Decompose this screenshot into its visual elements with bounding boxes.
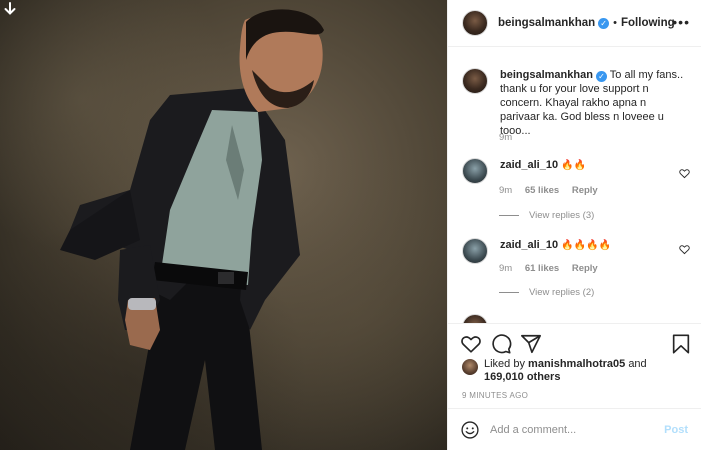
comments-list[interactable]: beingsalmankhan ✓ To all my fans.. thank … xyxy=(448,48,701,323)
caption-meta: 9m xyxy=(499,132,522,143)
post-actions: Liked by manishmalhotra05 and 169,010 ot… xyxy=(448,323,701,403)
replies-divider xyxy=(499,292,519,293)
comment-item: zaid_ali_10 🔥🔥🔥🔥 xyxy=(462,238,688,264)
liked-by-text: Liked by manishmalhotra05 and 169,010 ot… xyxy=(484,358,647,384)
commenter-avatar[interactable] xyxy=(462,314,488,323)
comment-text-block: zaid_ali_10 🔥🔥🔥🔥 xyxy=(500,238,685,264)
view-replies-button[interactable]: View replies (2) xyxy=(499,287,594,298)
post-photo[interactable] xyxy=(0,0,447,450)
commenter-avatar[interactable] xyxy=(462,238,488,264)
comment-text: 🔥🔥 xyxy=(561,160,587,171)
comment-likes[interactable]: 65 likes xyxy=(525,185,559,196)
liker-avatar[interactable] xyxy=(462,359,478,375)
caption-avatar[interactable] xyxy=(462,68,488,94)
comment-username[interactable]: zaid_ali_10 xyxy=(500,239,558,251)
caption-text-block: beingsalmankhan ✓ To all my fans.. thank … xyxy=(500,68,685,138)
view-replies-label: View replies (3) xyxy=(529,210,595,221)
caption-time[interactable]: 9m xyxy=(499,132,512,143)
comment-likes[interactable]: 61 likes xyxy=(525,263,559,274)
likes-count[interactable]: 169,010 others xyxy=(484,371,560,383)
view-replies-button[interactable]: View replies (3) xyxy=(499,210,594,221)
download-arrow-icon[interactable] xyxy=(3,2,17,16)
comment-meta: 9m 61 likes Reply xyxy=(499,263,608,274)
emoji-smile-icon[interactable] xyxy=(460,420,480,440)
view-replies-label: View replies (2) xyxy=(529,287,595,298)
comment-username[interactable]: zaid_ali_10 xyxy=(500,159,558,171)
header-separator: • xyxy=(613,17,617,29)
verified-badge-icon: ✓ xyxy=(595,71,607,82)
post-comment-button[interactable]: Post xyxy=(664,424,688,436)
post-header: beingsalmankhan ✓ • Following ••• xyxy=(448,0,701,47)
add-comment-bar: Add a comment... Post xyxy=(448,408,701,450)
comment-reply-button[interactable]: Reply xyxy=(572,263,598,274)
following-button[interactable]: Following xyxy=(621,17,675,29)
photo-subject xyxy=(60,9,324,450)
liked-by-user[interactable]: manishmalhotra05 xyxy=(528,358,625,370)
liked-by: Liked by manishmalhotra05 and 169,010 ot… xyxy=(462,358,647,384)
caption: beingsalmankhan ✓ To all my fans.. thank … xyxy=(462,68,688,138)
verified-badge-icon: ✓ xyxy=(598,17,610,29)
share-icon[interactable] xyxy=(520,333,542,355)
more-horizontal-icon[interactable]: ••• xyxy=(672,14,690,30)
author-username[interactable]: beingsalmankhan xyxy=(498,17,595,29)
post-side-panel: beingsalmankhan ✓ • Following ••• beings… xyxy=(447,0,701,450)
author-avatar[interactable] xyxy=(462,10,488,36)
post-timestamp[interactable]: 9 MINUTES AGO xyxy=(462,391,528,400)
liked-by-prefix: Liked by xyxy=(484,358,525,370)
comment-meta: 9m 65 likes Reply xyxy=(499,185,608,196)
comment-text-block: zaid_ali_10 🔥🔥 xyxy=(500,158,685,184)
commenter-avatar[interactable] xyxy=(462,158,488,184)
comment-time[interactable]: 9m xyxy=(499,263,512,274)
heart-icon[interactable] xyxy=(460,333,482,355)
bookmark-icon[interactable] xyxy=(670,333,692,355)
comment-time[interactable]: 9m xyxy=(499,185,512,196)
caption-username[interactable]: beingsalmankhan xyxy=(500,69,593,81)
comment-icon[interactable] xyxy=(490,333,512,355)
comment-reply-button[interactable]: Reply xyxy=(572,185,598,196)
replies-divider xyxy=(499,215,519,216)
add-comment-input[interactable]: Add a comment... xyxy=(490,424,664,436)
comment-text: 🔥🔥🔥🔥 xyxy=(561,240,611,251)
comment-like-heart-icon[interactable] xyxy=(679,168,690,179)
comment-like-heart-icon[interactable] xyxy=(679,244,690,255)
liked-by-and: and xyxy=(628,358,647,370)
comment-item: zaid_ali_10 🔥🔥 xyxy=(462,158,688,184)
